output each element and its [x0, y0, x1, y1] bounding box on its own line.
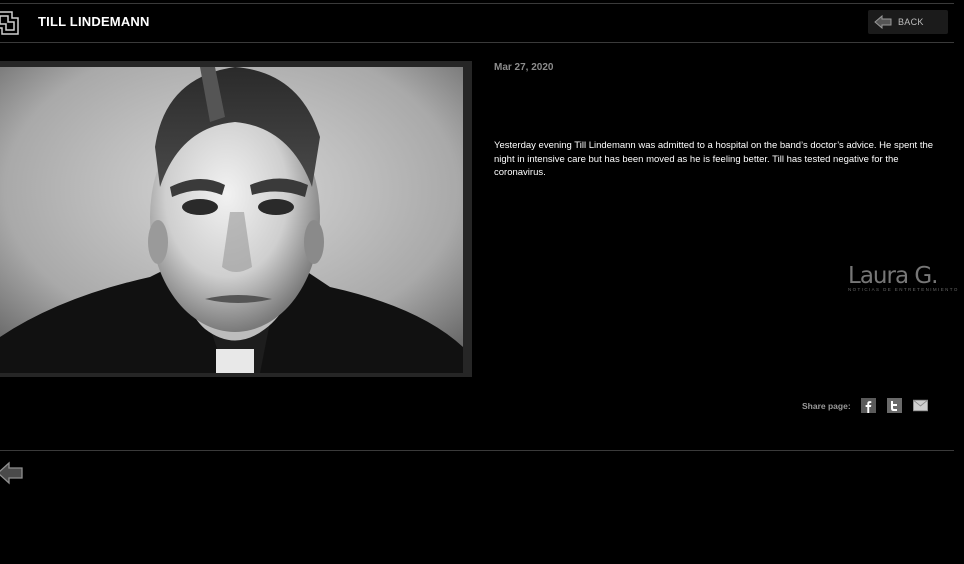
band-logo-icon[interactable] — [0, 8, 20, 36]
twitter-icon — [886, 398, 902, 413]
share-bar: Share page: — [802, 398, 939, 413]
portrait-image — [0, 67, 463, 373]
footer-divider — [0, 450, 954, 451]
share-label: Share page: — [802, 400, 851, 411]
article-date: Mar 27, 2020 — [494, 62, 554, 73]
watermark-tagline: NOTICIAS DE ENTRETENIMIENTO — [848, 287, 959, 292]
facebook-icon — [860, 398, 876, 413]
page-title: TILL LINDEMANN — [38, 14, 150, 29]
watermark-logo: Laura G. NOTICIAS DE ENTRETENIMIENTO — [848, 264, 960, 298]
header-divider — [0, 42, 954, 43]
top-divider — [0, 3, 954, 4]
back-button-label: BACK — [898, 17, 924, 27]
page: TILL LINDEMANN BACK Mar 27, 2020 Yesterd… — [0, 0, 964, 564]
previous-arrow-icon[interactable] — [0, 460, 24, 486]
mail-icon — [912, 399, 928, 412]
share-facebook-button[interactable] — [860, 398, 876, 413]
article-body: Yesterday evening Till Lindemann was adm… — [494, 140, 934, 178]
article-photo[interactable] — [0, 67, 463, 373]
watermark-name: Laura G. — [848, 263, 938, 289]
share-twitter-button[interactable] — [886, 398, 902, 413]
back-arrow-icon — [874, 15, 892, 29]
back-button[interactable]: BACK — [868, 10, 948, 34]
share-email-button[interactable] — [912, 398, 928, 413]
photo-frame — [0, 61, 472, 377]
